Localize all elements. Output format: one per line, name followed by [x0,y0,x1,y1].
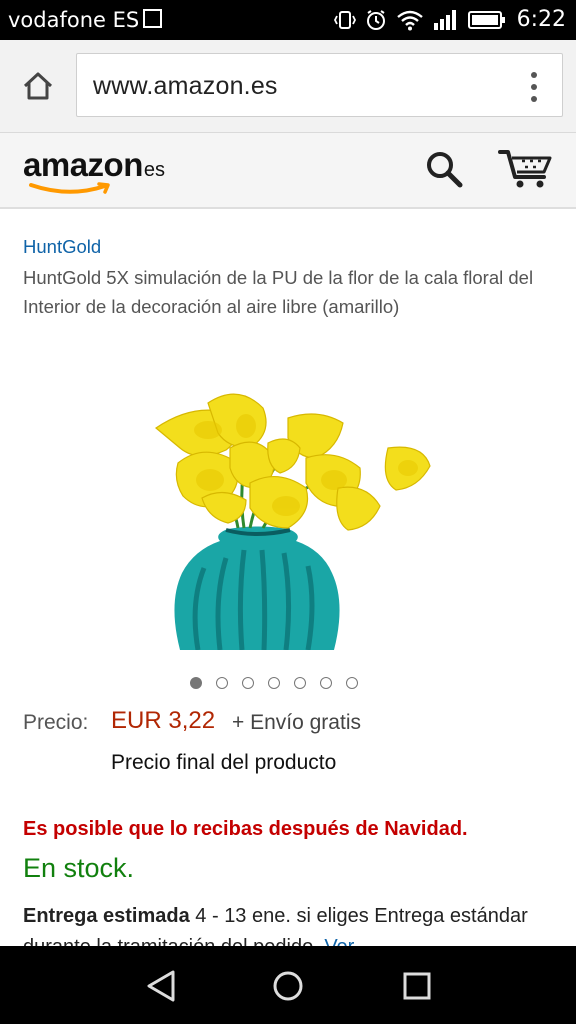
shipping-text: + Envío gratis [232,711,361,734]
carrier-label: vodafone ES [8,8,140,32]
carousel-dot[interactable] [216,677,228,689]
carousel-dot[interactable] [294,677,306,689]
overflow-menu-icon[interactable] [530,72,538,102]
home-nav-icon[interactable] [270,968,306,1004]
product-title: HuntGold 5X simulación de la PU de la fl… [23,267,534,317]
amazon-logo[interactable]: amazones [23,146,165,194]
browser-toolbar: www.amazon.es [0,40,576,133]
wifi-icon [396,9,424,31]
signal-icon [433,9,459,31]
back-icon[interactable] [143,968,179,1004]
carousel-dot[interactable] [346,677,358,689]
home-icon[interactable] [20,68,56,104]
product-image[interactable] [138,388,436,651]
carousel-dot[interactable] [320,677,332,689]
carousel-dot[interactable] [242,677,254,689]
delivery-label: Entrega estimada [23,905,190,927]
recents-icon[interactable] [399,968,435,1004]
search-icon[interactable] [423,148,465,190]
vibrate-icon [333,9,356,31]
price-value: EUR 3,22 [111,707,216,734]
clock: 6:22 [516,7,566,32]
image-carousel-indicator [190,677,358,689]
stock-status: En stock. [23,853,135,883]
alarm-icon [365,9,387,31]
sim-icon [143,9,163,28]
logo-word: amazon [23,146,143,183]
brand-link[interactable]: HuntGold [23,236,101,258]
final-price-note: Precio final del producto [111,751,337,774]
battery-icon [467,9,506,31]
price-label: Precio: [23,711,89,734]
logo-smile-icon [29,182,110,194]
delivery-delay-notice: Es posible que lo recibas después de Nav… [23,818,468,840]
url-text[interactable]: www.amazon.es [93,72,278,101]
cart-icon[interactable] [498,148,554,190]
address-bar[interactable]: www.amazon.es [76,53,563,117]
carousel-dot[interactable] [268,677,280,689]
system-nav-bar [0,946,576,1024]
carousel-dot[interactable] [190,677,202,689]
status-bar: vodafone ES 6:22 [0,0,576,40]
site-header: amazones [0,133,576,209]
carrier-name: vodafone ES [8,8,163,32]
logo-suffix: es [143,159,165,181]
